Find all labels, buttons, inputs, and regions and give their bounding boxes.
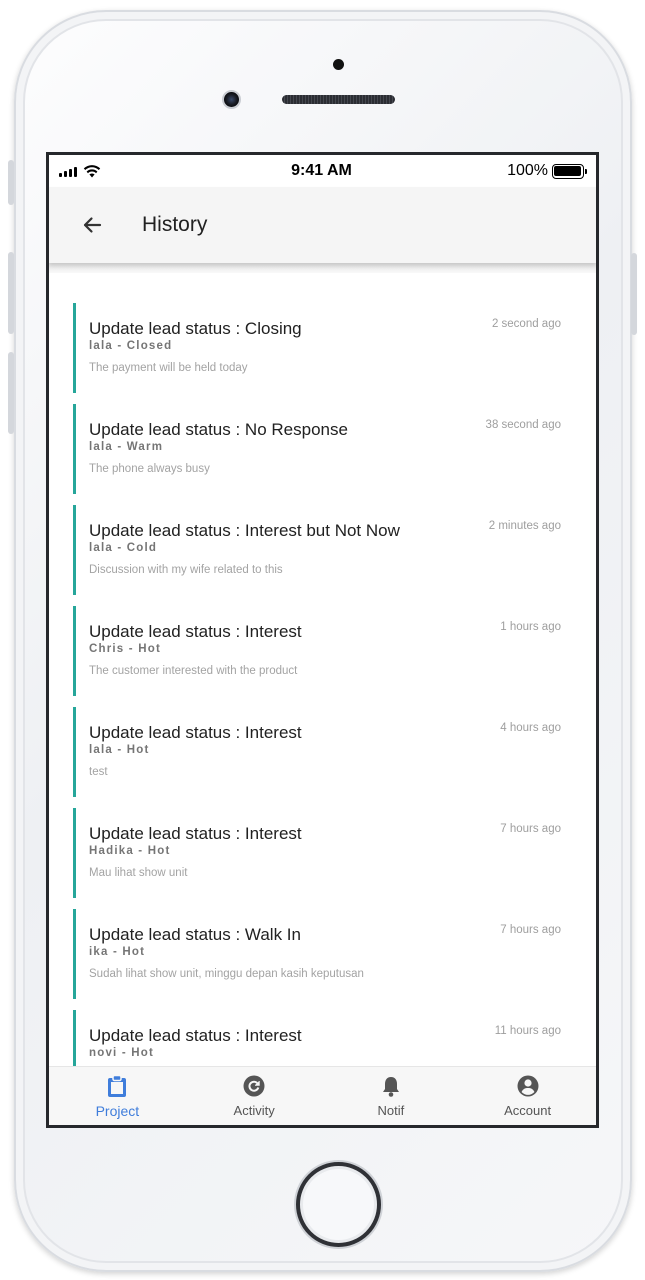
clipboard-icon xyxy=(105,1074,129,1098)
power-button xyxy=(631,253,637,335)
history-item[interactable]: Update lead status : Interest but Not No… xyxy=(73,505,573,595)
history-note: Sudah lihat show unit, minggu depan kasi… xyxy=(89,968,364,980)
accent-bar xyxy=(73,1010,76,1066)
app-bar: History xyxy=(49,187,596,263)
history-note: The payment will be held today xyxy=(89,362,248,374)
history-note: The customer interested with the product xyxy=(89,665,298,677)
status-bar: 9:41 AM 100% xyxy=(49,155,596,187)
mute-switch xyxy=(8,160,14,205)
status-time: 9:41 AM xyxy=(291,162,352,179)
history-time: 4 hours ago xyxy=(500,722,561,734)
history-subtitle: lala - Closed xyxy=(89,340,173,352)
history-time: 7 hours ago xyxy=(500,924,561,936)
history-time: 2 minutes ago xyxy=(488,520,561,532)
history-note: Discussion with my wife related to this xyxy=(89,564,283,576)
nav-activity-label: Activity xyxy=(233,1103,275,1118)
nav-notif[interactable]: Notif xyxy=(323,1067,460,1125)
history-time: 7 hours ago xyxy=(500,823,561,835)
history-subtitle: ika - Hot xyxy=(89,946,146,958)
history-item[interactable]: Update lead status : Interest novi - Hot 1… xyxy=(73,1010,573,1066)
app-bar-shadow xyxy=(49,263,596,273)
history-time: 1 hours ago xyxy=(500,621,561,633)
accent-bar xyxy=(73,404,76,494)
history-title: Update lead status : Walk In xyxy=(89,925,301,944)
accent-bar xyxy=(73,808,76,898)
history-note: The phone always busy xyxy=(89,463,210,475)
history-subtitle: novi - Hot xyxy=(89,1047,155,1059)
history-note: test xyxy=(89,766,108,778)
history-title: Update lead status : Interest xyxy=(89,1026,302,1045)
history-title: Update lead status : Interest xyxy=(89,824,302,843)
history-time: 2 second ago xyxy=(491,318,561,330)
nav-project[interactable]: Project xyxy=(49,1067,186,1125)
proximity-sensor xyxy=(333,59,344,70)
volume-up-button xyxy=(8,252,14,334)
history-subtitle: lala - Cold xyxy=(89,542,158,554)
history-item[interactable]: Update lead status : Interest Chris - Hot… xyxy=(73,606,573,696)
home-button[interactable] xyxy=(296,1162,381,1247)
history-title: Update lead status : Closing xyxy=(89,319,302,338)
wifi-icon xyxy=(83,165,101,178)
history-time: 38 second ago xyxy=(485,419,561,431)
history-item[interactable]: Update lead status : Closing lala - Close… xyxy=(73,303,573,393)
history-subtitle: lala - Warm xyxy=(89,441,164,453)
history-item[interactable]: Update lead status : Interest Hadika - Ho… xyxy=(73,808,573,898)
earpiece-speaker xyxy=(282,95,395,104)
refresh-icon xyxy=(242,1074,266,1098)
front-camera xyxy=(222,90,241,109)
account-icon xyxy=(516,1074,540,1098)
accent-bar xyxy=(73,303,76,393)
battery-percent: 100% xyxy=(507,162,548,179)
history-title: Update lead status : No Response xyxy=(89,420,348,439)
history-item[interactable]: Update lead status : Walk In ika - Hot Sud… xyxy=(73,909,573,999)
nav-notif-label: Notif xyxy=(377,1103,405,1118)
accent-bar xyxy=(73,505,76,595)
history-item[interactable]: Update lead status : No Response lala - W… xyxy=(73,404,573,494)
signal-icon xyxy=(59,166,77,177)
history-note: Mau lihat show unit xyxy=(89,867,188,879)
page-title: History xyxy=(142,213,208,236)
history-time: 11 hours ago xyxy=(494,1025,561,1037)
battery-icon xyxy=(551,163,587,179)
history-subtitle: Chris - Hot xyxy=(89,643,161,655)
history-item[interactable]: Update lead status : Interest lala - Hot t… xyxy=(73,707,573,797)
back-button[interactable] xyxy=(72,205,112,245)
history-subtitle: Hadika - Hot xyxy=(89,845,171,857)
accent-bar xyxy=(73,606,76,696)
history-title: Update lead status : Interest xyxy=(89,723,302,742)
screen: 9:41 AM 100% History Update lead status … xyxy=(46,152,599,1128)
nav-account[interactable]: Account xyxy=(459,1067,596,1125)
accent-bar xyxy=(73,909,76,999)
arrow-left-icon xyxy=(83,217,102,233)
nav-activity[interactable]: Activity xyxy=(186,1067,323,1125)
nav-project-label: Project xyxy=(95,1102,140,1119)
volume-down-button xyxy=(8,352,14,434)
history-title: Update lead status : Interest xyxy=(89,622,302,641)
bell-icon xyxy=(379,1074,403,1098)
history-subtitle: lala - Hot xyxy=(89,744,150,756)
bottom-navigation: Project Activity Notif Account xyxy=(49,1066,596,1125)
history-list[interactable]: Update lead status : Closing lala - Close… xyxy=(49,273,596,1066)
nav-account-label: Account xyxy=(504,1103,552,1118)
history-title: Update lead status : Interest but Not No… xyxy=(89,521,400,540)
accent-bar xyxy=(73,707,76,797)
